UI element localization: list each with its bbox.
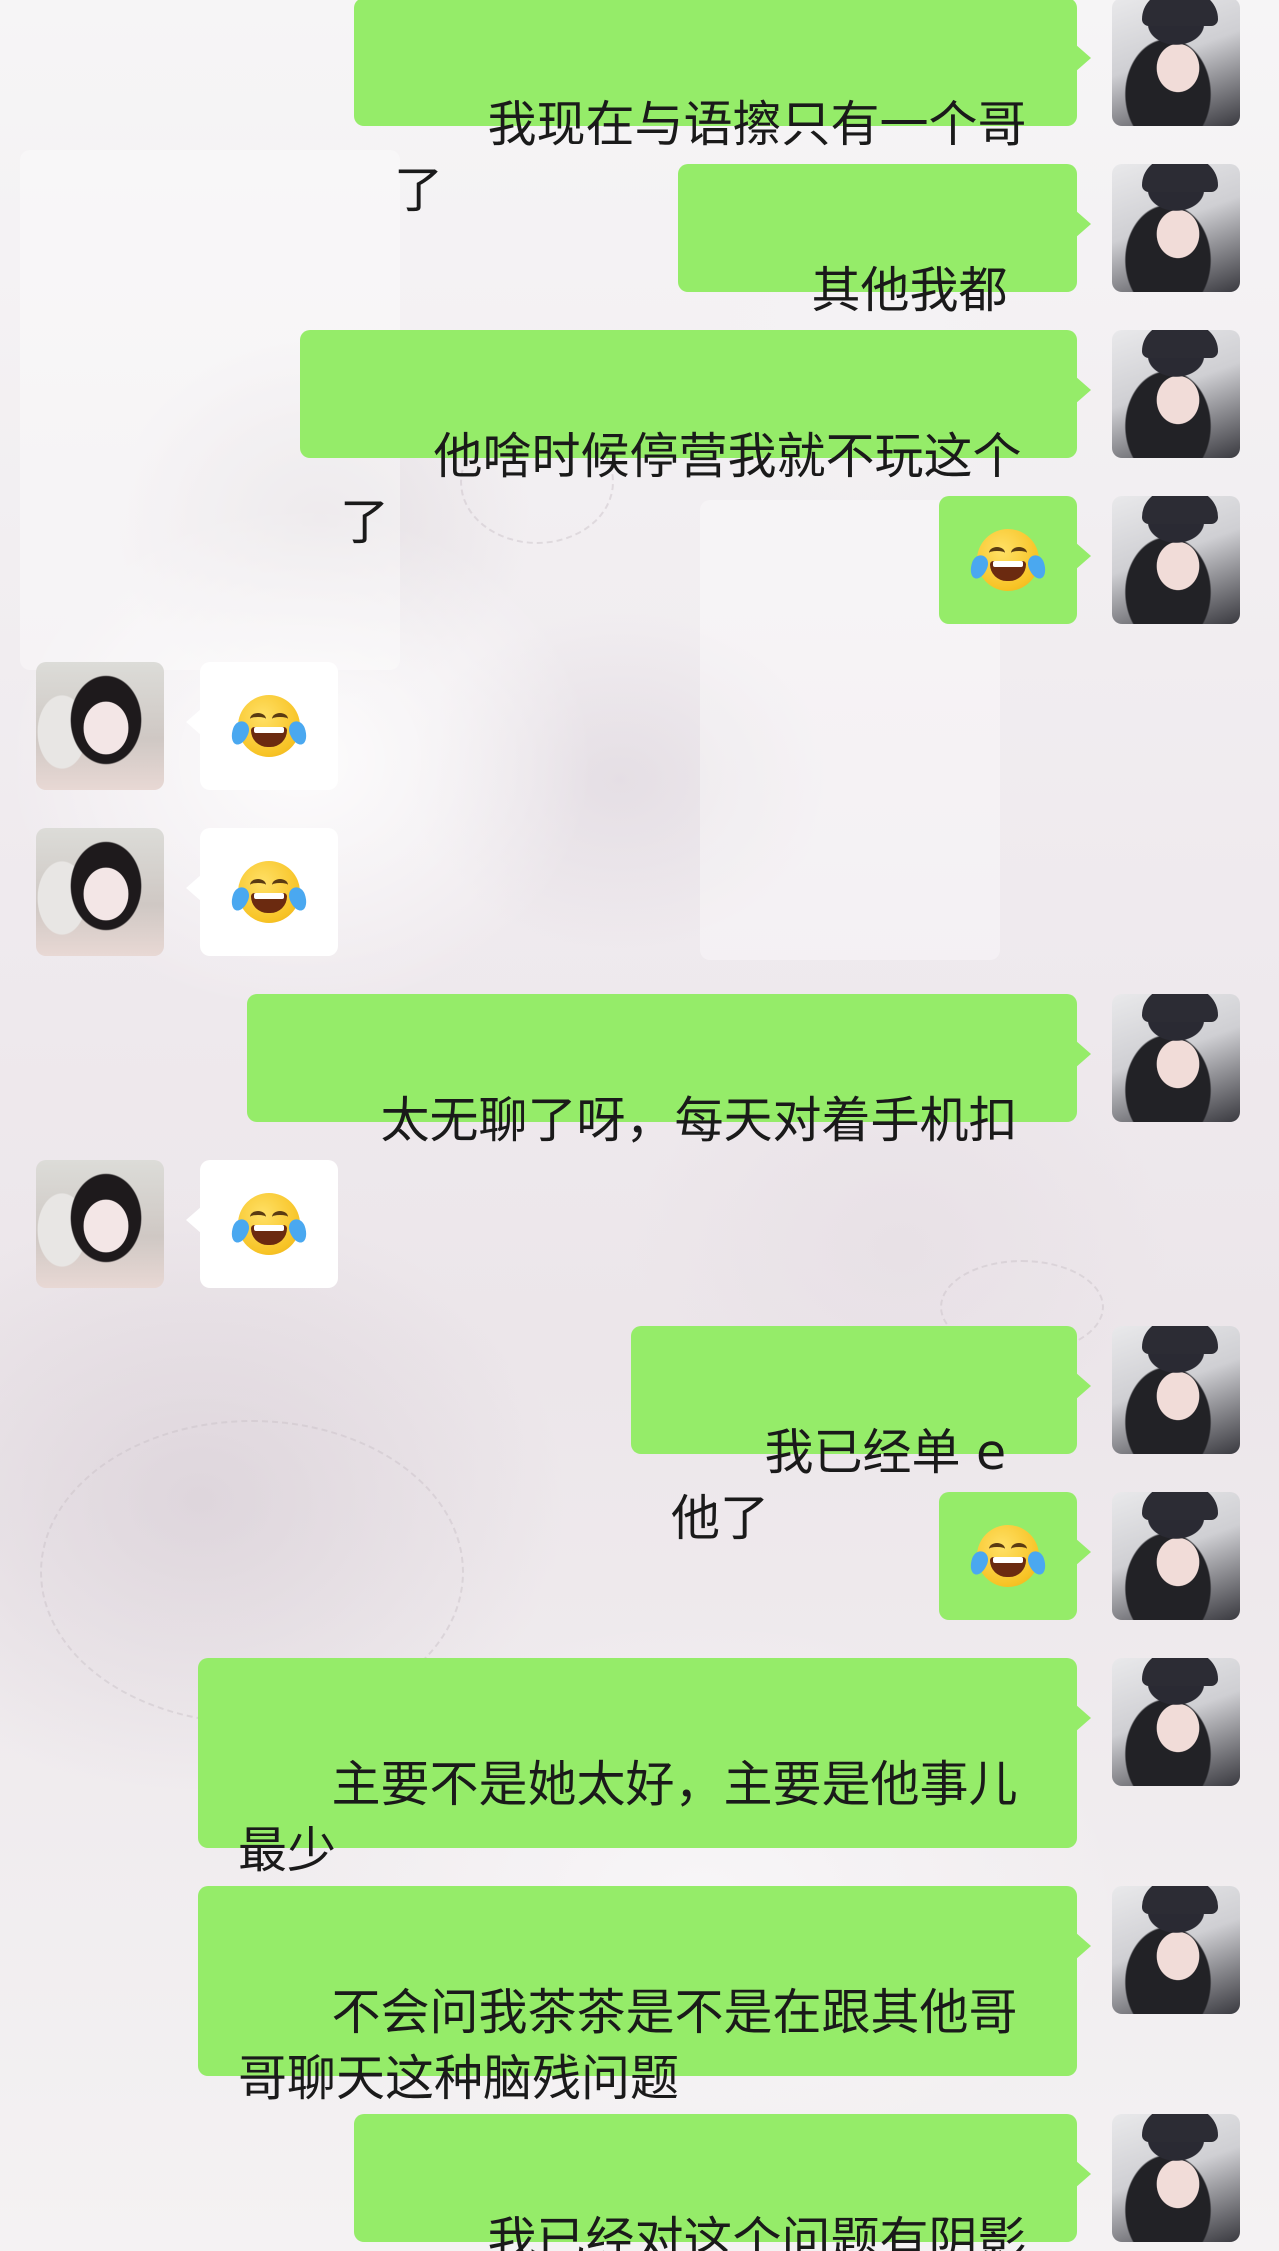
contact-avatar[interactable] [36, 1160, 164, 1288]
my-avatar[interactable] [1112, 0, 1240, 126]
my-message-bubble[interactable]: 太无聊了呀，每天对着手机扣字 [247, 994, 1091, 1215]
my-avatar[interactable] [1112, 1886, 1240, 2014]
contact-emoji-bubble[interactable] [186, 662, 338, 790]
my-message-bubble[interactable]: 我已经对这个问题有阴影了 [354, 2114, 1091, 2251]
my-emoji-bubble[interactable] [939, 496, 1091, 624]
my-avatar[interactable] [1112, 1492, 1240, 1620]
my-message-bubble[interactable]: 不会问我茶茶是不是在跟其他哥哥聊天这种脑残问题 [198, 1886, 1091, 2107]
my-avatar[interactable] [1112, 164, 1240, 292]
face-with-tears-of-joy-icon [967, 1525, 1049, 1587]
face-with-tears-of-joy-icon [228, 695, 310, 757]
message-text: 我已经对这个问题有阴影了 [487, 2212, 1027, 2251]
my-message-bubble[interactable]: 我已经单 e 他了 [631, 1326, 1091, 1547]
face-with-tears-of-joy-icon [228, 1193, 310, 1255]
my-message-bubble[interactable]: 他啥时候停营我就不玩这个了 [300, 330, 1091, 551]
chat-screen: 我现在与语擦只有一个哥了 其他我都删了 他啥时候停营我就不玩这个了 [0, 0, 1279, 2251]
face-with-tears-of-joy-icon [228, 861, 310, 923]
my-avatar[interactable] [1112, 496, 1240, 624]
contact-avatar[interactable] [36, 828, 164, 956]
my-avatar[interactable] [1112, 330, 1240, 458]
my-message-bubble[interactable]: 我现在与语擦只有一个哥了 [354, 0, 1091, 219]
my-message-bubble[interactable]: 主要不是她太好，主要是他事儿最少 [198, 1658, 1091, 1879]
my-emoji-bubble[interactable] [939, 1492, 1091, 1620]
my-message-bubble[interactable]: 其他我都删了 [678, 164, 1091, 385]
contact-avatar[interactable] [36, 662, 164, 790]
my-avatar[interactable] [1112, 994, 1240, 1122]
my-avatar[interactable] [1112, 1326, 1240, 1454]
contact-emoji-bubble[interactable] [186, 828, 338, 956]
contact-emoji-bubble[interactable] [186, 1160, 338, 1288]
my-avatar[interactable] [1112, 1658, 1240, 1786]
face-with-tears-of-joy-icon [967, 529, 1049, 591]
my-avatar[interactable] [1112, 2114, 1240, 2242]
